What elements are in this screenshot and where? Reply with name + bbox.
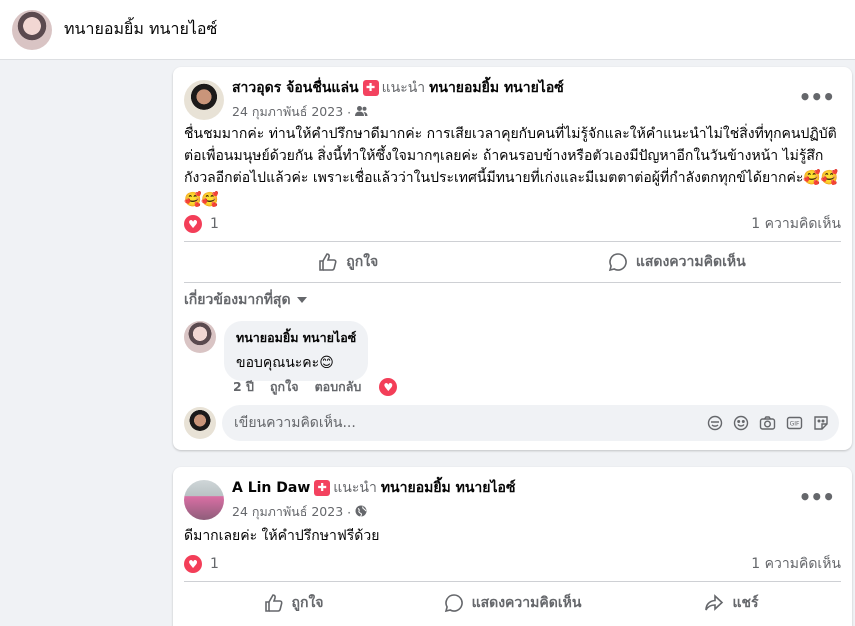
recommends-label: แนะนำ <box>381 80 426 96</box>
author-name[interactable]: A Lin Daw <box>232 480 310 496</box>
comment-sort-dropdown[interactable]: เกี่ยวข้องมากที่สุด <box>184 289 307 311</box>
comment-time[interactable]: 2 ปี <box>233 377 254 397</box>
meta-separator: · <box>347 104 352 120</box>
love-reaction-icon[interactable]: ♥ <box>379 378 398 396</box>
comment-icon <box>444 593 463 612</box>
share-label: แชร์ <box>732 594 759 611</box>
page-title[interactable]: ทนายอมยิ้ม ทนายไอซ์ <box>64 17 217 42</box>
comment-count[interactable]: 1 ความคิดเห็น <box>751 213 841 235</box>
emoji-icon[interactable] <box>733 415 749 431</box>
post-header: A Lin Daw ✚ แนะนำ ทนายอมยิ้ม ทนายไอซ์ 24… <box>184 477 515 522</box>
reaction-count: 1 <box>210 216 219 232</box>
comment-placeholder: เขียนความคิดเห็น... <box>234 415 356 431</box>
comment-label: แสดงความคิดเห็น <box>471 594 582 611</box>
reactions-bar: ♥ 1 1 ความคิดเห็น <box>184 553 841 575</box>
recommends-label: แนะนำ <box>333 480 377 496</box>
globe-icon[interactable] <box>355 505 367 520</box>
avatar-sticker-icon[interactable] <box>707 415 723 431</box>
share-button[interactable]: แชร์ <box>622 592 841 614</box>
comment-button[interactable]: แสดงความคิดเห็น <box>403 592 622 614</box>
svg-text:GIF: GIF <box>790 421 800 428</box>
like-label: ถูกใจ <box>346 254 379 270</box>
gif-icon[interactable]: GIF <box>786 415 803 431</box>
comment-icon <box>608 253 627 272</box>
reaction-count: 1 <box>210 556 219 572</box>
post-text: ชื่นชมมากค่ะ ท่านให้คำปรึกษาดีมากค่ะ การ… <box>184 126 839 208</box>
post-header: สาวอุดร จ้อนชื่นแล่น ✚ แนะนำ ทนายอมยิ้ม … <box>184 77 564 122</box>
reaction-summary[interactable]: ♥ 1 <box>184 215 219 233</box>
share-icon <box>705 593 724 611</box>
caret-down-icon <box>296 297 307 303</box>
friends-icon[interactable] <box>355 105 368 120</box>
comment-like-button[interactable]: ถูกใจ <box>270 377 299 397</box>
like-button[interactable]: ถูกใจ <box>184 592 403 614</box>
like-button[interactable]: ถูกใจ <box>184 251 513 273</box>
comment-bubble: ทนายอมยิ้ม ทนายไอซ์ ขอบคุณนะคะ😊 <box>224 321 369 381</box>
page-avatar[interactable] <box>12 9 52 50</box>
camera-icon[interactable] <box>759 415 776 431</box>
review-post: สาวอุดร จ้อนชื่นแล่น ✚ แนะนำ ทนายอมยิ้ม … <box>173 67 852 450</box>
page-name-link[interactable]: ทนายอมยิ้ม ทนายไอซ์ <box>381 477 516 499</box>
viewer-avatar[interactable] <box>184 407 216 439</box>
comment-composer: เขียนความคิดเห็น... GIF <box>184 405 839 441</box>
meta-separator: · <box>347 504 352 520</box>
thumbs-up-icon <box>264 593 283 612</box>
like-label: ถูกใจ <box>291 594 324 611</box>
recommend-icon: ✚ <box>314 480 331 496</box>
post-text: ดีมากเลยค่ะ ให้คำปรึกษาฟรีด้วย <box>184 528 380 544</box>
thumbs-up-icon <box>319 253 337 271</box>
comment-reply-button[interactable]: ตอบกลับ <box>315 377 362 397</box>
comment-actions: 2 ปี ถูกใจ ตอบกลับ ♥ <box>233 377 398 397</box>
commenter-avatar[interactable] <box>184 321 216 353</box>
author-avatar[interactable] <box>184 79 224 120</box>
post-date[interactable]: 24 กุมภาพันธ์ 2023 <box>232 502 343 522</box>
post-actions: ถูกใจ แสดงความคิดเห็น <box>184 241 841 283</box>
comment-input[interactable]: เขียนความคิดเห็น... GIF <box>222 405 839 441</box>
more-options-icon[interactable]: ••• <box>799 485 835 509</box>
recommend-icon: ✚ <box>362 80 379 96</box>
commenter-name[interactable]: ทนายอมยิ้ม ทนายไอซ์ <box>236 328 356 348</box>
author-name[interactable]: สาวอุดร จ้อนชื่นแล่น <box>232 77 359 99</box>
post-actions: ถูกใจ แสดงความคิดเห็น แชร์ <box>184 581 841 623</box>
post-date[interactable]: 24 กุมภาพันธ์ 2023 <box>232 102 343 122</box>
author-avatar[interactable] <box>184 479 224 520</box>
more-options-icon[interactable]: ••• <box>799 85 835 109</box>
comment-count[interactable]: 1 ความคิดเห็น <box>751 553 841 575</box>
reactions-bar: ♥ 1 1 ความคิดเห็น <box>184 213 841 235</box>
sort-label: เกี่ยวข้องมากที่สุด <box>184 292 291 308</box>
comment-label: แสดงความคิดเห็น <box>635 254 746 270</box>
reaction-summary[interactable]: ♥ 1 <box>184 555 219 573</box>
comment-button[interactable]: แสดงความคิดเห็น <box>513 251 842 273</box>
comment-text: ขอบคุณนะคะ😊 <box>236 355 334 371</box>
sticker-icon[interactable] <box>813 415 829 431</box>
review-post: A Lin Daw ✚ แนะนำ ทนายอมยิ้ม ทนายไอซ์ 24… <box>173 467 852 626</box>
comment: ทนายอมยิ้ม ทนายไอซ์ ขอบคุณนะคะ😊 <box>184 321 369 381</box>
page-name-link[interactable]: ทนายอมยิ้ม ทนายไอซ์ <box>429 77 564 99</box>
page-header: ทนายอมยิ้ม ทนายไอซ์ <box>0 0 855 60</box>
love-reaction-icon: ♥ <box>184 215 202 233</box>
love-reaction-icon: ♥ <box>184 555 202 573</box>
